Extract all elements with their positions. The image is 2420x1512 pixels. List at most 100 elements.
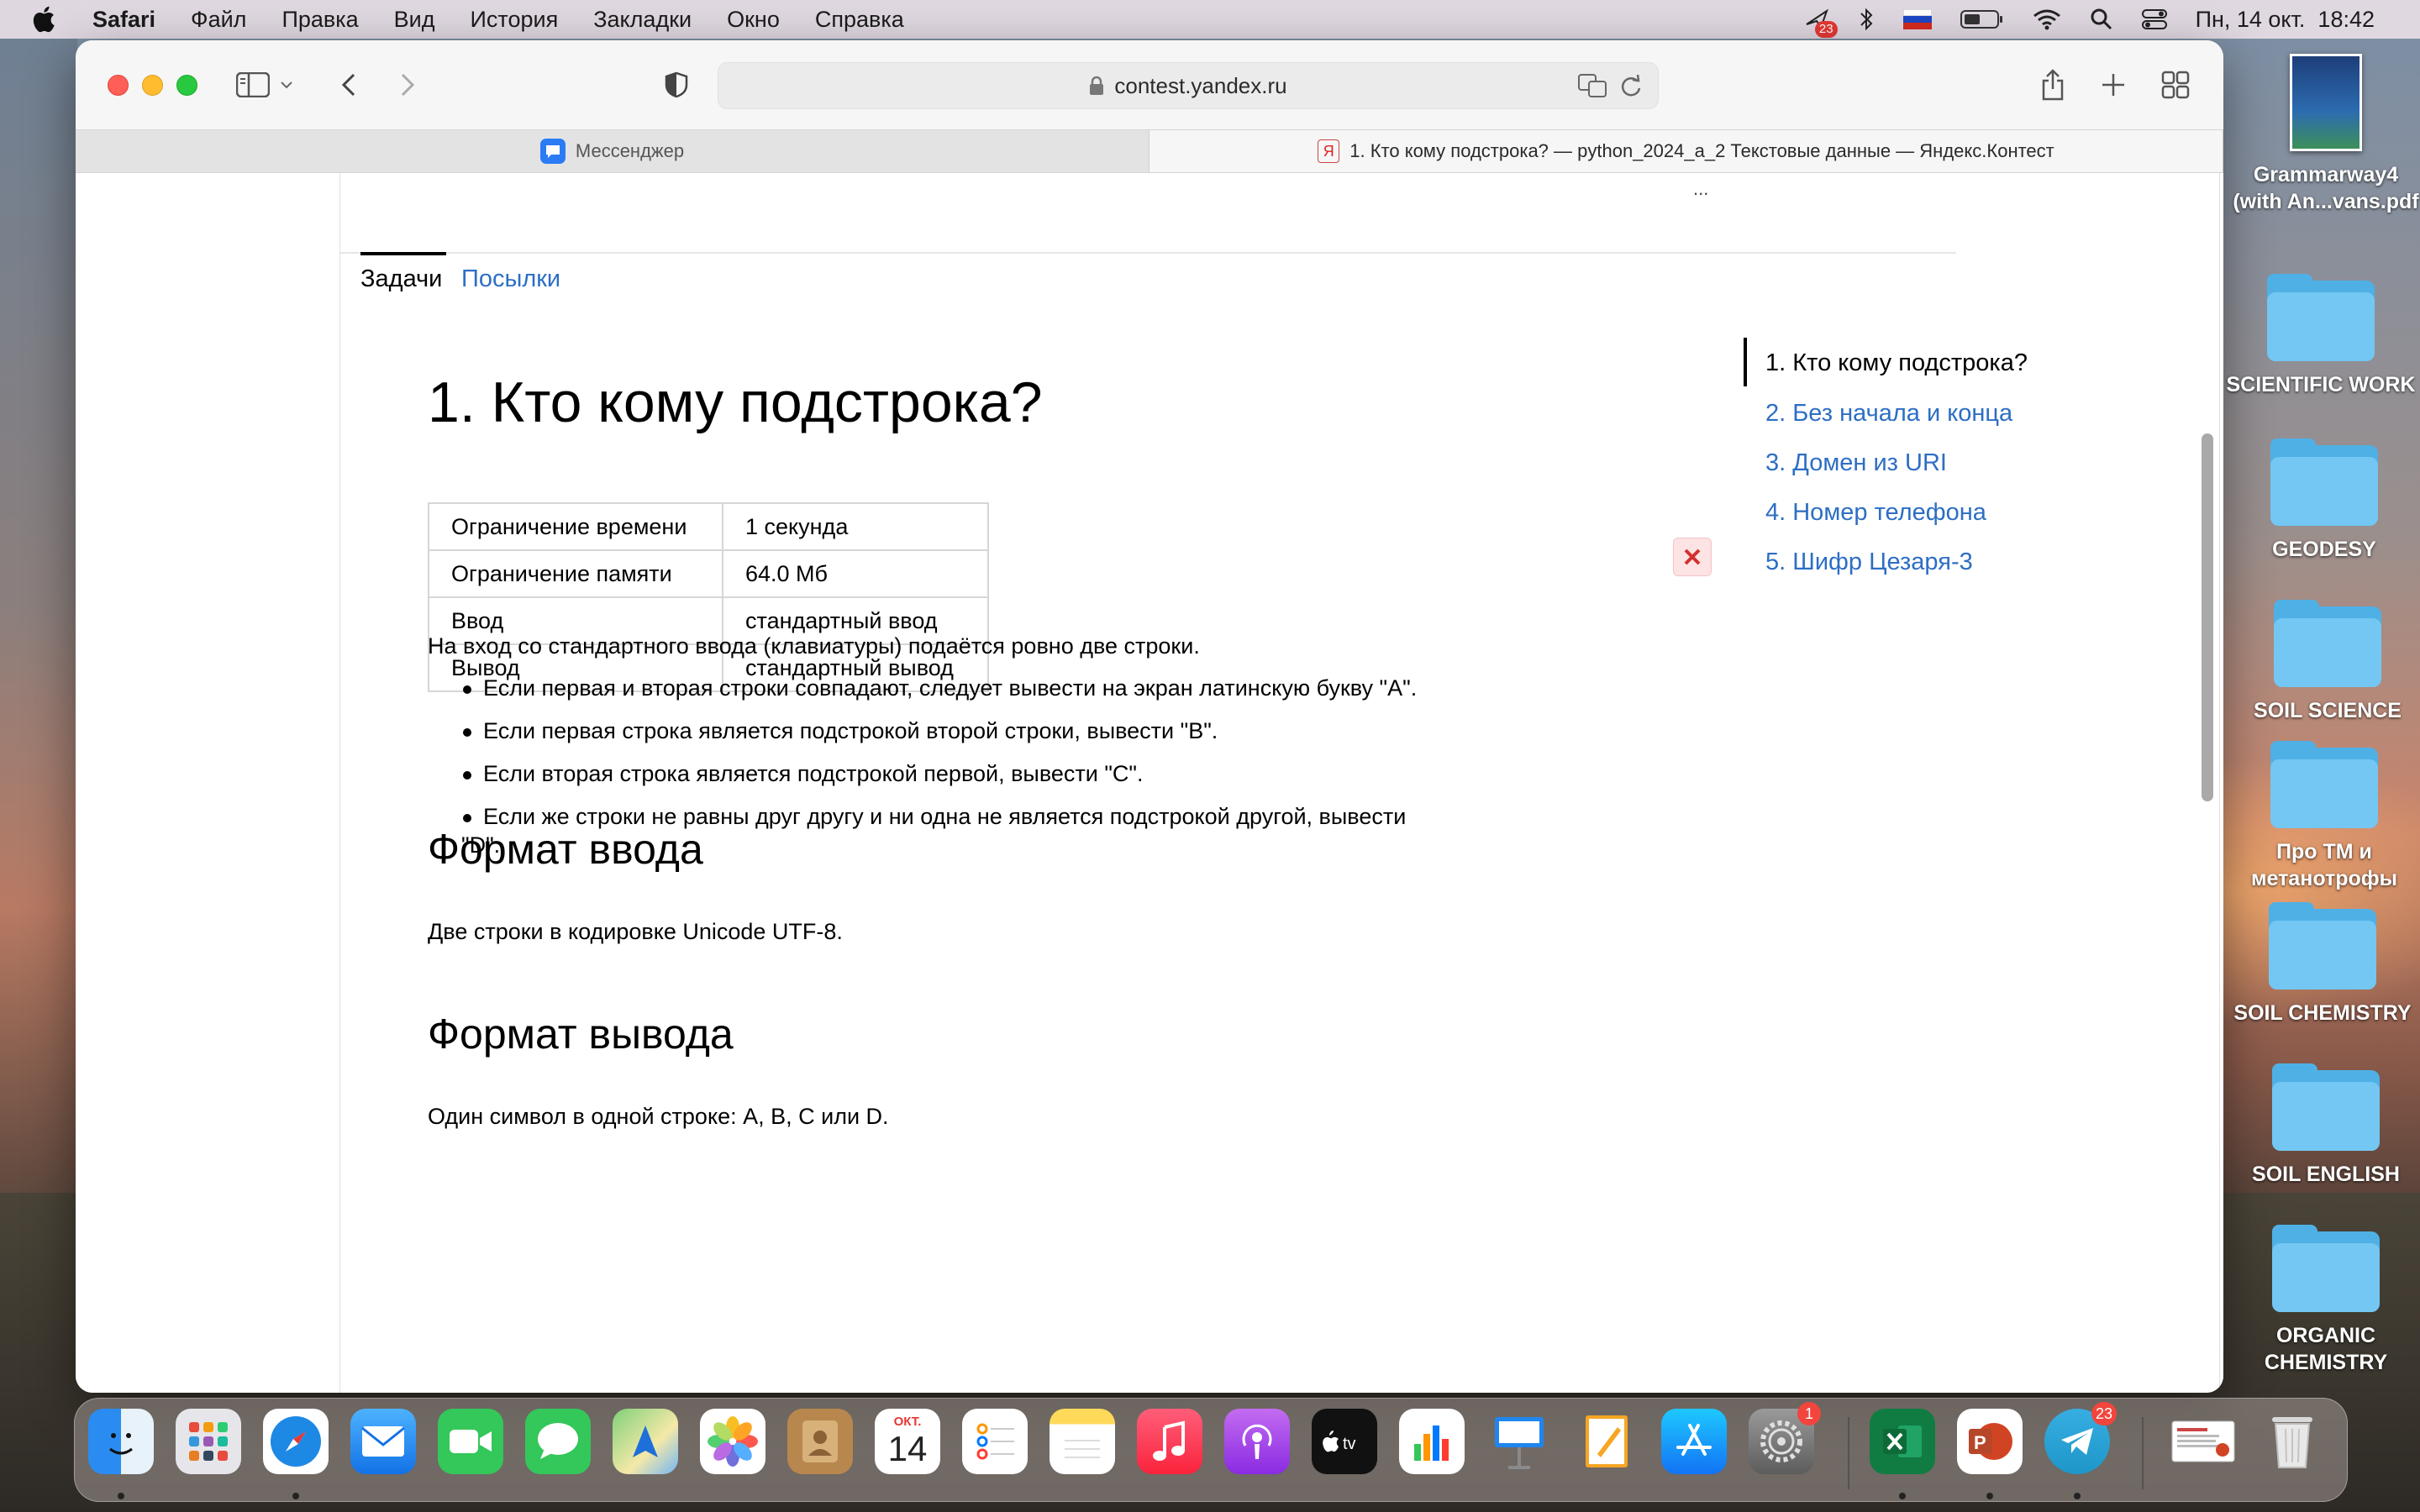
desktop-folder-organic-chemistry[interactable]: ORGANIC CHEMISTRY: [2225, 1225, 2420, 1376]
folder-icon: [2267, 274, 2375, 361]
dock-separator: [1848, 1417, 1849, 1489]
problem-list-item-5[interactable]: 5. Шифр Цезаря-3: [1765, 549, 1973, 576]
desktop-folder-scientific-work[interactable]: SCIENTIFIC WORK: [2220, 274, 2420, 398]
dock: ОКТ. 14 tv 1 P 23: [74, 1398, 2348, 1502]
menu-window[interactable]: Окно: [727, 7, 780, 33]
limit-value: 64.0 Мб: [722, 549, 989, 598]
desktop-item-pdf[interactable]: Grammarway4 (with An...vans.pdf: [2225, 54, 2420, 215]
tab-messenger[interactable]: Мессенджер: [76, 130, 1150, 172]
desktop-folder-soil-science[interactable]: SOIL SCIENCE: [2227, 600, 2420, 724]
desktop-folder-tm-methanotrophs[interactable]: Про ТМ и метанотрофы: [2223, 741, 2420, 892]
launchpad-icon[interactable]: [176, 1409, 241, 1474]
content-container: ... Задачи Посылки 1. Кто кому подстрока…: [339, 173, 2220, 1393]
menu-bookmarks[interactable]: Закладки: [593, 7, 692, 33]
tab-contest[interactable]: Я 1. Кто кому подстрока? — python_2024_a…: [1150, 130, 2223, 172]
folder-icon: [2274, 600, 2381, 687]
problem-list-item-2[interactable]: 2. Без начала и конца: [1765, 400, 2012, 428]
bluetooth-icon[interactable]: [1858, 7, 1875, 32]
powerpoint-icon[interactable]: P: [1957, 1409, 2023, 1474]
notifications-status-icon[interactable]: 23: [1804, 8, 1838, 38]
dock-separator: [2142, 1417, 2144, 1489]
spotlight-search-icon[interactable]: [2090, 8, 2113, 31]
music-icon[interactable]: [1137, 1409, 1202, 1474]
reload-icon[interactable]: [1619, 73, 1643, 98]
wifi-icon[interactable]: [2033, 8, 2061, 30]
facetime-icon[interactable]: [438, 1409, 503, 1474]
reminders-icon[interactable]: [962, 1409, 1028, 1474]
photos-icon[interactable]: [700, 1409, 765, 1474]
trash-icon[interactable]: [2260, 1409, 2325, 1474]
menu-app-safari[interactable]: Safari: [92, 7, 155, 33]
calendar-icon[interactable]: ОКТ. 14: [875, 1409, 940, 1474]
desktop-item-label: Grammarway4: [2253, 163, 2399, 186]
menu-bar: Safari Файл Правка Вид История Закладки …: [0, 0, 2420, 39]
desktop-item-label: (with An...vans.pdf: [2233, 190, 2419, 213]
menu-file[interactable]: Файл: [191, 7, 246, 33]
zoom-window-button[interactable]: [176, 74, 197, 96]
minimized-document-icon[interactable]: [2170, 1409, 2236, 1474]
system-settings-icon[interactable]: 1: [1749, 1402, 1821, 1474]
rule-text: Если вторая строка является подстрокой п…: [483, 761, 1144, 786]
desktop-folder-soil-english[interactable]: SOIL ENGLISH: [2225, 1063, 2420, 1188]
desktop-item-label: SOIL ENGLISH: [2252, 1163, 2400, 1186]
safari-icon[interactable]: [263, 1409, 329, 1474]
tabs-underline: [340, 252, 1956, 254]
limit-label: Ограничение времени: [428, 502, 723, 551]
input-format-text: Две строки в кодировке Unicode UTF-8.: [428, 919, 843, 944]
folder-icon: [2270, 438, 2378, 526]
battery-icon[interactable]: [1960, 9, 2004, 29]
address-bar[interactable]: contest.yandex.ru: [718, 62, 1659, 109]
forward-arrow-icon[interactable]: [387, 64, 429, 106]
numbers-icon[interactable]: [1399, 1409, 1465, 1474]
app-store-icon[interactable]: [1661, 1409, 1727, 1474]
desktop-folder-soil-chemistry[interactable]: SOIL CHEMISTRY: [2222, 902, 2420, 1026]
list-item: Если вторая строка является подстрокой п…: [428, 759, 1486, 788]
problem-list-item-1[interactable]: 1. Кто кому подстрока?: [1765, 349, 2028, 377]
menu-history[interactable]: История: [471, 7, 559, 33]
contacts-icon[interactable]: [787, 1409, 853, 1474]
table-row: Ограничение времени 1 секунда: [428, 502, 989, 551]
back-arrow-icon[interactable]: [328, 64, 370, 106]
header-ellipsis[interactable]: ...: [1693, 178, 1708, 200]
tab-group-chevron-down-icon[interactable]: [266, 64, 308, 106]
share-icon[interactable]: [2032, 64, 2074, 106]
dock-running-indicator: [1986, 1493, 1993, 1499]
tab-problems[interactable]: Задачи: [360, 252, 447, 293]
calendar-day: 14: [887, 1429, 928, 1468]
finder-icon[interactable]: [88, 1409, 154, 1474]
tab-submissions[interactable]: Посылки: [461, 265, 560, 293]
messages-icon[interactable]: [525, 1409, 591, 1474]
tab-overview-icon[interactable]: [2154, 64, 2196, 106]
menu-view[interactable]: Вид: [394, 7, 435, 33]
lock-icon: [1090, 76, 1104, 95]
mail-icon[interactable]: [350, 1409, 416, 1474]
pages-icon[interactable]: [1574, 1409, 1639, 1474]
maps-icon[interactable]: [613, 1409, 678, 1474]
podcasts-icon[interactable]: [1224, 1409, 1290, 1474]
pdf-thumbnail-icon: [2290, 54, 2362, 151]
keynote-icon[interactable]: [1486, 1409, 1552, 1474]
problem-list-item-3[interactable]: 3. Домен из URI: [1765, 449, 1947, 477]
menubar-datetime[interactable]: Пн, 14 окт. 18:42: [2196, 7, 2375, 33]
privacy-shield-icon[interactable]: [655, 64, 697, 106]
new-tab-plus-icon[interactable]: [2092, 64, 2134, 106]
limit-value: 1 секунда: [722, 502, 989, 551]
control-center-icon[interactable]: [2141, 8, 2167, 30]
menu-edit[interactable]: Правка: [281, 7, 358, 33]
menu-help[interactable]: Справка: [815, 7, 904, 33]
apple-menu-icon[interactable]: [30, 4, 60, 34]
minimize-window-button[interactable]: [142, 74, 163, 96]
page-scrollbar[interactable]: [2202, 433, 2213, 801]
input-source-flag-icon[interactable]: [1902, 9, 1932, 29]
desktop-folder-geodesy[interactable]: GEODESY: [2223, 438, 2420, 563]
telegram-icon[interactable]: 23: [2044, 1402, 2117, 1474]
close-window-button[interactable]: [108, 74, 129, 96]
apple-tv-icon[interactable]: tv: [1312, 1409, 1377, 1474]
problem-list-item-4[interactable]: 4. Номер телефона: [1765, 499, 1986, 527]
translate-icon[interactable]: [1577, 73, 1609, 98]
excel-icon[interactable]: [1870, 1409, 1935, 1474]
failed-status-icon: [1673, 538, 1712, 576]
list-item: Если первая и вторая строки совпадают, с…: [428, 674, 1486, 702]
notes-icon[interactable]: [1050, 1409, 1115, 1474]
desktop-item-label: ORGANIC: [2275, 1324, 2376, 1347]
